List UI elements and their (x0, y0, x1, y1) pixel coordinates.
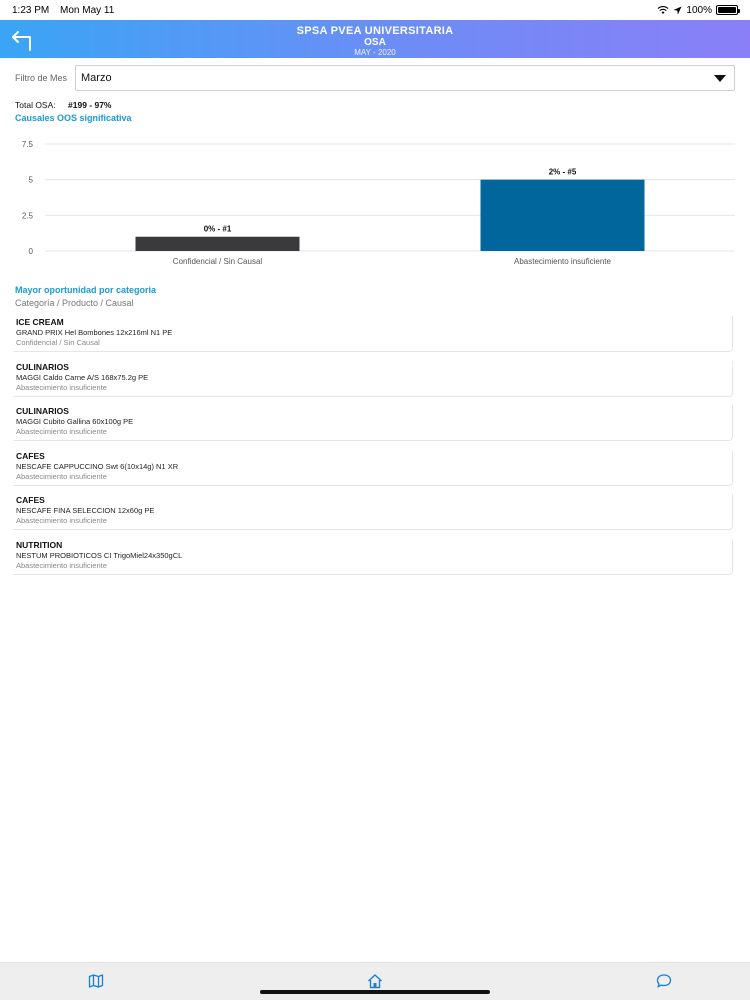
opportunity-list: ICE CREAM GRAND PRIX Hel Bombones 12x216… (13, 316, 733, 583)
item-category: CULINARIOS (16, 406, 69, 416)
total-osa: Total OSA: #199 - 97% (15, 100, 112, 110)
total-osa-label: Total OSA: (15, 100, 56, 110)
y-tick-label: 0 (29, 247, 34, 256)
home-indicator (260, 990, 490, 994)
y-tick-label: 7.5 (22, 140, 34, 149)
tab-chat[interactable] (656, 973, 672, 989)
list-item[interactable]: CAFES NESCAFE CAPPUCCINO Swt 6(10x14g) N… (13, 449, 733, 486)
list-item[interactable]: ICE CREAM GRAND PRIX Hel Bombones 12x216… (13, 316, 733, 352)
list-item[interactable]: CAFES NESCAFE FINA SELECCION 12x60g PE A… (13, 494, 733, 530)
y-tick-label: 5 (29, 176, 34, 185)
app-header: SPSA PVEA UNIVERSITARIA OSA MAY - 2020 (0, 20, 750, 58)
chat-icon (656, 974, 672, 988)
bar-data-label: 0% - #1 (204, 225, 232, 234)
status-bar: 1:23 PM Mon May 11 100% (0, 0, 750, 20)
y-tick-label: 2.5 (22, 211, 34, 220)
month-select-value: Marzo (81, 72, 112, 84)
total-osa-value: #199 - 97% (68, 100, 112, 110)
item-cause: Confidencial / Sin Causal (16, 338, 100, 347)
chart-section-title: Causales OOS significativa (15, 113, 132, 123)
item-product: NESTUM PROBIOTICOS CI TrigoMiel24x350gCL (16, 550, 183, 560)
oos-causes-chart: 0 2.5 5 7.5 0% - #1 Confidencial / Sin Causal… (22, 140, 735, 266)
status-date: Mon May 11 (60, 4, 115, 16)
item-category: CULINARIOS (16, 361, 69, 372)
item-cause: Abastecimiento insuficiente (16, 427, 107, 436)
item-product: GRAND PRIX Hel Bombones 12x216ml N1 PE (16, 328, 173, 337)
x-tick-label: Confidencial / Sin Causal (173, 257, 263, 266)
status-left: 1:23 PM Mon May 11 (12, 5, 122, 16)
list-item[interactable]: CULINARIOS MAGGI Cubito Gallina 60x100g … (13, 405, 733, 441)
module-title: OSA (364, 37, 386, 48)
home-icon (368, 974, 382, 989)
item-product: MAGGI Caldo Carne A/S 168x75.2g PE (16, 372, 149, 382)
opportunity-subheading: Categoría / Producto / Causal (15, 298, 134, 308)
tab-bar (0, 962, 750, 1000)
bar (135, 236, 300, 251)
item-category: CAFES (16, 450, 45, 461)
period-label: MAY - 2020 (354, 48, 396, 57)
item-category: ICE CREAM (16, 317, 64, 327)
opportunity-title: Mayor oportunidad por categoria (15, 285, 157, 295)
bar (480, 179, 645, 251)
wifi-icon (658, 6, 669, 14)
month-select[interactable]: Marzo (75, 65, 735, 91)
month-filter: Filtro de Mes Marzo (15, 65, 735, 91)
item-category: NUTRITION (16, 539, 63, 550)
item-product: NESCAFE FINA SELECCION 12x60g PE (16, 506, 155, 515)
item-cause: Abastecimiento insuficiente (16, 560, 107, 570)
list-item[interactable]: NUTRITION NESTUM PROBIOTICOS CI TrigoMie… (13, 538, 733, 575)
chevron-down-icon (714, 74, 726, 82)
item-product: MAGGI Cubito Gallina 60x100g PE (16, 417, 134, 426)
status-time: 1:23 PM (12, 4, 50, 16)
status-right: 100% (657, 4, 740, 16)
store-title: SPSA PVEA UNIVERSITARIA (296, 25, 454, 37)
list-item[interactable]: CULINARIOS MAGGI Caldo Carne A/S 168x75.… (13, 360, 733, 397)
tab-map[interactable] (88, 973, 104, 989)
item-product: NESCAFE CAPPUCCINO Swt 6(10x14g) N1 XR (16, 461, 179, 471)
map-icon (88, 974, 104, 988)
tab-home[interactable] (367, 973, 383, 989)
item-cause: Abastecimiento insuficiente (16, 382, 107, 392)
battery-icon (716, 5, 740, 15)
item-category: CAFES (16, 495, 45, 505)
location-icon (673, 6, 682, 14)
x-tick-label: Abastecimiento insuficiente (514, 257, 611, 266)
item-cause: Abastecimiento insuficiente (16, 471, 107, 481)
month-filter-label: Filtro de Mes (15, 73, 68, 83)
bar-data-label: 2% - #5 (549, 168, 577, 177)
battery-percent: 100% (686, 4, 712, 16)
item-cause: Abastecimiento insuficiente (16, 516, 107, 525)
